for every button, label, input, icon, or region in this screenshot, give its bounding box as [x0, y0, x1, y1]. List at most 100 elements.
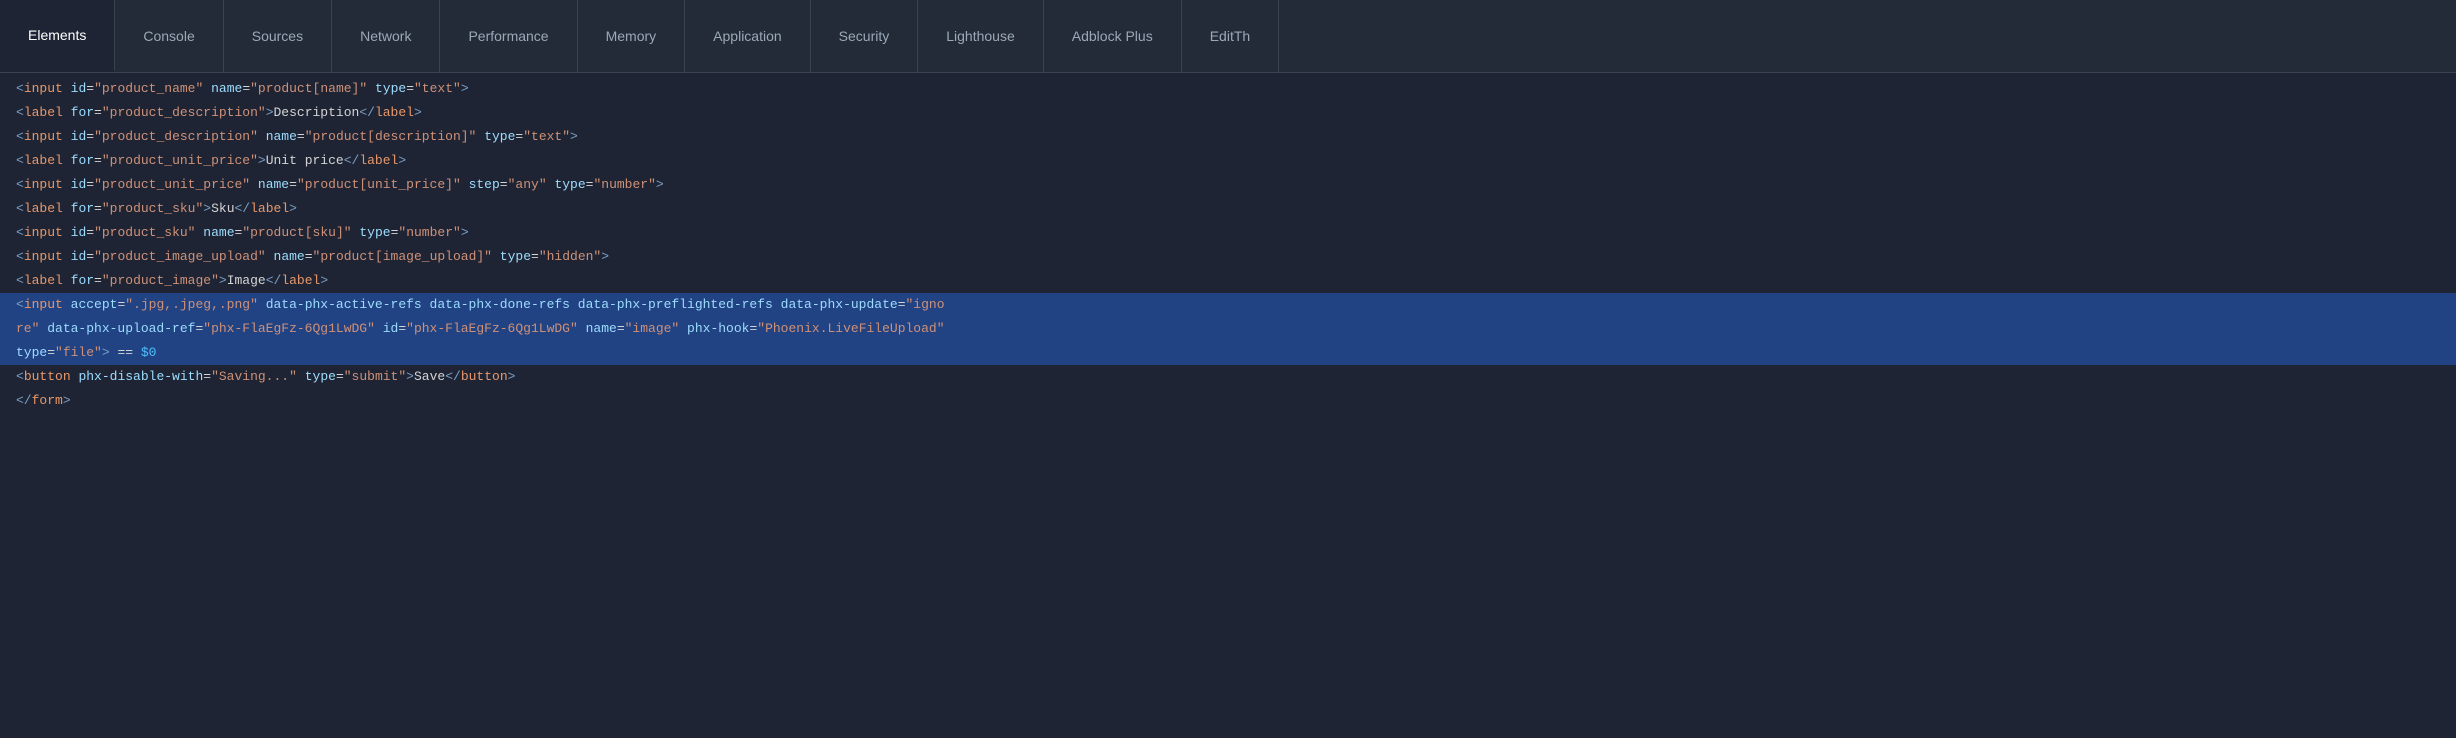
tab-bar: Elements Console Sources Network Perform… — [0, 0, 2456, 73]
val: ".jpg,.jpeg,.png" — [125, 294, 258, 316]
code-line-9[interactable]: <label for="product_image">Image</label> — [0, 269, 2456, 293]
eq: = — [305, 246, 313, 268]
code-line-2[interactable]: <label for="product_description">Descrip… — [0, 101, 2456, 125]
tab-adblock-label: Adblock Plus — [1072, 28, 1153, 44]
space — [71, 366, 79, 388]
code-area: <input id="product_name" name="product[n… — [0, 73, 2456, 738]
code-line-4[interactable]: <label for="product_unit_price">Unit pri… — [0, 149, 2456, 173]
attr: phx-hook — [687, 318, 749, 340]
bracket: > — [601, 246, 609, 268]
val: "product_description" — [102, 102, 266, 124]
tab-performance[interactable]: Performance — [440, 0, 577, 72]
text: Description — [274, 102, 360, 124]
attr: type — [375, 78, 406, 100]
tag: label — [24, 102, 63, 124]
tab-editth[interactable]: EditTh — [1182, 0, 1279, 72]
eq: = — [586, 174, 594, 196]
tag: form — [32, 390, 63, 412]
bracket: < — [16, 198, 24, 220]
tag: input — [24, 126, 63, 148]
eq: = — [515, 126, 523, 148]
space — [476, 126, 484, 148]
code-line-14[interactable]: </form> — [0, 389, 2456, 413]
code-line-1[interactable]: <input id="product_name" name="product[n… — [0, 77, 2456, 101]
tab-lighthouse[interactable]: Lighthouse — [918, 0, 1044, 72]
space — [422, 294, 430, 316]
eq: = — [86, 222, 94, 244]
tab-application[interactable]: Application — [685, 0, 811, 72]
attr: name — [586, 318, 617, 340]
tab-elements[interactable]: Elements — [0, 0, 115, 72]
bracket: > — [570, 126, 578, 148]
tag: label — [375, 102, 414, 124]
space — [63, 294, 71, 316]
code-line-6[interactable]: <label for="product_sku">Sku</label> — [0, 197, 2456, 221]
tab-adblock[interactable]: Adblock Plus — [1044, 0, 1182, 72]
bracket: </ — [266, 270, 282, 292]
space — [63, 222, 71, 244]
tab-sources[interactable]: Sources — [224, 0, 332, 72]
space — [63, 198, 71, 220]
bracket: > — [219, 270, 227, 292]
eq: = — [86, 78, 94, 100]
tab-sources-label: Sources — [252, 28, 303, 44]
bracket: < — [16, 294, 24, 316]
code-line-10[interactable]: <input accept=".jpg,.jpeg,.png" data-phx… — [0, 293, 2456, 317]
code-line-13[interactable]: <button phx-disable-with="Saving..." typ… — [0, 365, 2456, 389]
space — [352, 222, 360, 244]
tab-memory[interactable]: Memory — [578, 0, 686, 72]
text: Sku — [211, 198, 234, 220]
space — [773, 294, 781, 316]
val: "product_name" — [94, 78, 203, 100]
bracket: </ — [235, 198, 251, 220]
space — [63, 78, 71, 100]
eq: = — [617, 318, 625, 340]
code-line-3[interactable]: <input id="product_description" name="pr… — [0, 125, 2456, 149]
eq: = — [391, 222, 399, 244]
code-line-5[interactable]: <input id="product_unit_price" name="pro… — [0, 173, 2456, 197]
val: "product[sku]" — [242, 222, 351, 244]
space — [578, 318, 586, 340]
attr: id — [71, 246, 87, 268]
attr: accept — [71, 294, 118, 316]
tab-security[interactable]: Security — [811, 0, 919, 72]
attr: for — [71, 150, 94, 172]
eq: = — [117, 294, 125, 316]
val: "any" — [508, 174, 547, 196]
bracket: > — [656, 174, 664, 196]
val: "product[name]" — [250, 78, 367, 100]
val: "product[unit_price]" — [297, 174, 461, 196]
tag: input — [24, 174, 63, 196]
attr: id — [71, 222, 87, 244]
attr: type — [484, 126, 515, 148]
attr: step — [469, 174, 500, 196]
tab-application-label: Application — [713, 28, 782, 44]
tag: label — [250, 198, 289, 220]
code-line-8[interactable]: <input id="product_image_upload" name="p… — [0, 245, 2456, 269]
eq: = — [749, 318, 757, 340]
tag: button — [24, 366, 71, 388]
tag: label — [359, 150, 398, 172]
eq: = — [94, 270, 102, 292]
bracket: < — [16, 150, 24, 172]
bracket: < — [16, 246, 24, 268]
attr: type — [16, 342, 47, 364]
val: "Phoenix.LiveFileUpload" — [757, 318, 944, 340]
attr: id — [71, 174, 87, 196]
space — [258, 294, 266, 316]
tab-network[interactable]: Network — [332, 0, 440, 72]
code-line-11[interactable]: re" data-phx-upload-ref="phx-FlaEgFz-6Qg… — [0, 317, 2456, 341]
val: "product_image_upload" — [94, 246, 266, 268]
bracket: > — [258, 150, 266, 172]
space — [63, 246, 71, 268]
code-line-7[interactable]: <input id="product_sku" name="product[sk… — [0, 221, 2456, 245]
tag: label — [281, 270, 320, 292]
tab-console[interactable]: Console — [115, 0, 223, 72]
eq: = — [86, 126, 94, 148]
bracket: > — [266, 102, 274, 124]
attr: name — [266, 126, 297, 148]
val: "number" — [593, 174, 655, 196]
eq: = — [500, 174, 508, 196]
code-line-12[interactable]: type="file"> == $0 — [0, 341, 2456, 365]
attr: type — [305, 366, 336, 388]
